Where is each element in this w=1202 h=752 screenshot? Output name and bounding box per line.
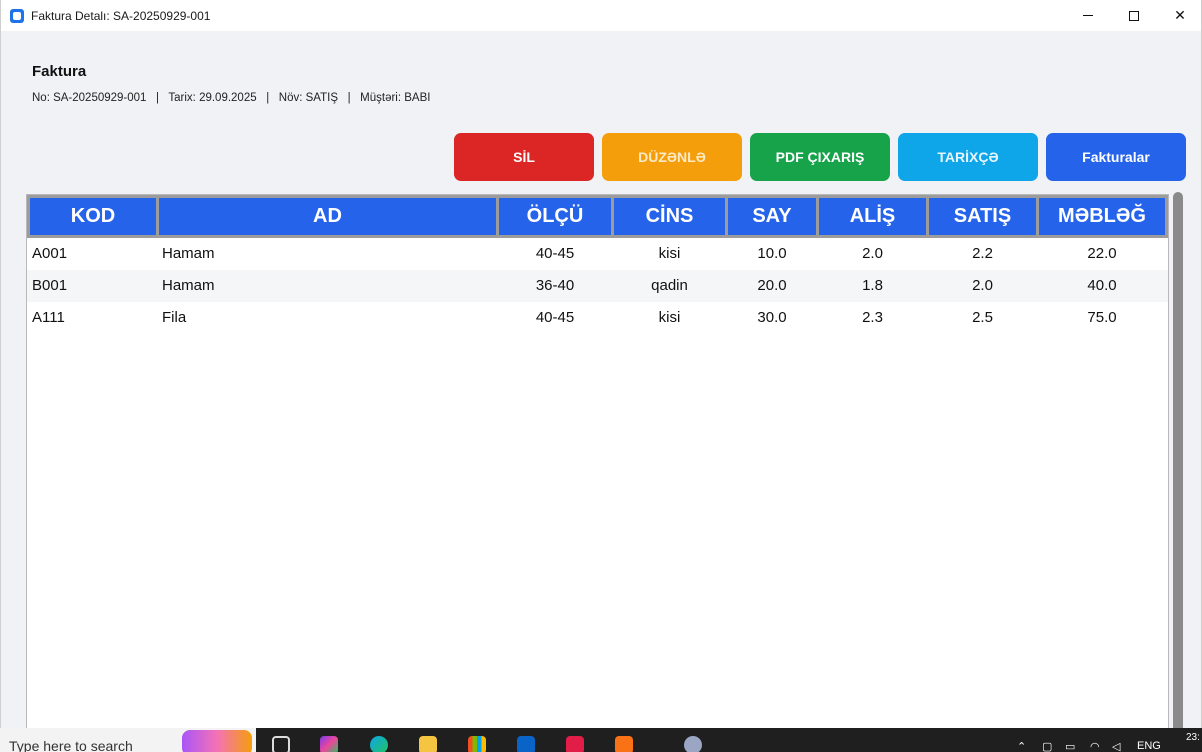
cell-satis: 2.5 (972, 309, 993, 326)
cell-mebleg: 40.0 (1087, 277, 1117, 294)
page-title: Faktura (32, 63, 87, 80)
cell-ad: Fila (162, 309, 187, 326)
table-row[interactable]: B001 Hamam 36-40 qadin 20.0 1.8 2.0 40.0 (27, 270, 1168, 302)
cell-alis: 1.8 (862, 277, 883, 294)
table-row[interactable]: A111 Fila 40-45 kisi 30.0 2.3 2.5 75.0 (27, 302, 1168, 334)
close-icon: ✕ (1174, 7, 1186, 24)
cell-mebleg: 75.0 (1087, 309, 1117, 326)
anydesk-icon[interactable] (566, 736, 584, 752)
cell-cins: kisi (658, 245, 681, 262)
cell-say: 20.0 (757, 277, 787, 294)
invoice-detail-window: Faktura Detalı: SA-20250929-001 ✕ Faktur… (0, 0, 1202, 728)
tray-chevron-icon[interactable]: ⌃ (1017, 740, 1026, 752)
column-header-alis[interactable]: ALİŞ (819, 198, 926, 235)
delete-button[interactable]: SİL (454, 133, 594, 181)
column-header-mebleg[interactable]: MƏBLƏĞ (1039, 198, 1165, 235)
task-view-icon[interactable] (272, 736, 290, 752)
column-header-cins[interactable]: CİNS (614, 198, 725, 235)
battery-icon[interactable]: ▭ (1065, 740, 1075, 752)
cell-say: 10.0 (757, 245, 787, 262)
column-header-say[interactable]: SAY (728, 198, 816, 235)
cell-olcu: 40-45 (535, 245, 575, 262)
column-header-satis[interactable]: SATIŞ (929, 198, 1036, 235)
wifi-icon[interactable]: ◠ (1090, 740, 1100, 752)
cell-mebleg: 22.0 (1087, 245, 1117, 262)
language-indicator[interactable]: ENG (1137, 740, 1161, 752)
close-button[interactable]: ✕ (1157, 0, 1201, 31)
edge-browser-icon[interactable] (370, 736, 388, 752)
maximize-button[interactable] (1111, 0, 1157, 31)
cell-cins: kisi (658, 309, 681, 326)
file-explorer-icon[interactable] (419, 736, 437, 752)
taskbar-search-box[interactable]: Type here to search (0, 728, 256, 752)
cell-cins: qadin (651, 277, 688, 294)
cell-olcu: 40-45 (535, 309, 575, 326)
cell-ad: Hamam (162, 277, 215, 294)
cell-kod: A001 (32, 245, 68, 262)
column-header-olcu[interactable]: ÖLÇÜ (499, 198, 611, 235)
invoice-items-table[interactable]: KOD AD ÖLÇÜ CİNS SAY ALİŞ SATIŞ MƏBLƏĞ A… (26, 194, 1169, 728)
invoices-button[interactable]: Fakturalar (1046, 133, 1186, 181)
cell-olcu: 36-40 (535, 277, 575, 294)
windows-taskbar: Type here to search ⌃ ▢ ▭ ◠ ◁ ENG 23: (0, 728, 1202, 752)
table-scrollbar[interactable] (1173, 192, 1183, 728)
column-header-kod[interactable]: KOD (30, 198, 156, 235)
volume-icon[interactable]: ◁ (1112, 740, 1120, 752)
column-header-ad[interactable]: AD (159, 198, 496, 235)
search-highlight-icon (182, 730, 252, 752)
cell-kod: B001 (32, 277, 68, 294)
clock[interactable]: 23: (1186, 732, 1200, 743)
outlook-icon[interactable] (517, 736, 535, 752)
cell-alis: 2.3 (862, 309, 883, 326)
minimize-icon (1083, 15, 1093, 16)
window-title: Faktura Detalı: SA-20250929-001 (31, 8, 211, 23)
app-shortcut-icon[interactable] (615, 736, 633, 752)
cell-ad: Hamam (162, 245, 215, 262)
edit-button[interactable]: DÜZƏNLƏ (602, 133, 742, 181)
pdf-export-button[interactable]: PDF ÇIXARIŞ (750, 133, 890, 181)
table-header: KOD AD ÖLÇÜ CİNS SAY ALİŞ SATIŞ MƏBLƏĞ (27, 195, 1168, 238)
cell-satis: 2.2 (972, 245, 993, 262)
search-placeholder: Type here to search (9, 738, 133, 752)
cell-say: 30.0 (757, 309, 787, 326)
active-app-icon[interactable] (684, 736, 702, 752)
cell-alis: 2.0 (862, 245, 883, 262)
maximize-icon (1129, 10, 1139, 21)
cell-satis: 2.0 (972, 277, 993, 294)
title-bar[interactable]: Faktura Detalı: SA-20250929-001 ✕ (1, 0, 1201, 31)
store-icon[interactable] (468, 736, 486, 752)
camera-icon[interactable]: ▢ (1042, 740, 1052, 752)
table-row[interactable]: A001 Hamam 40-45 kisi 10.0 2.0 2.2 22.0 (27, 238, 1168, 270)
cell-kod: A111 (32, 309, 65, 326)
history-button[interactable]: TARİXÇƏ (898, 133, 1038, 181)
minimize-button[interactable] (1065, 0, 1111, 31)
app-icon (10, 8, 24, 23)
invoice-meta: No: SA-20250929-001 | Tarix: 29.09.2025 … (32, 92, 431, 104)
copilot-icon[interactable] (320, 736, 338, 752)
